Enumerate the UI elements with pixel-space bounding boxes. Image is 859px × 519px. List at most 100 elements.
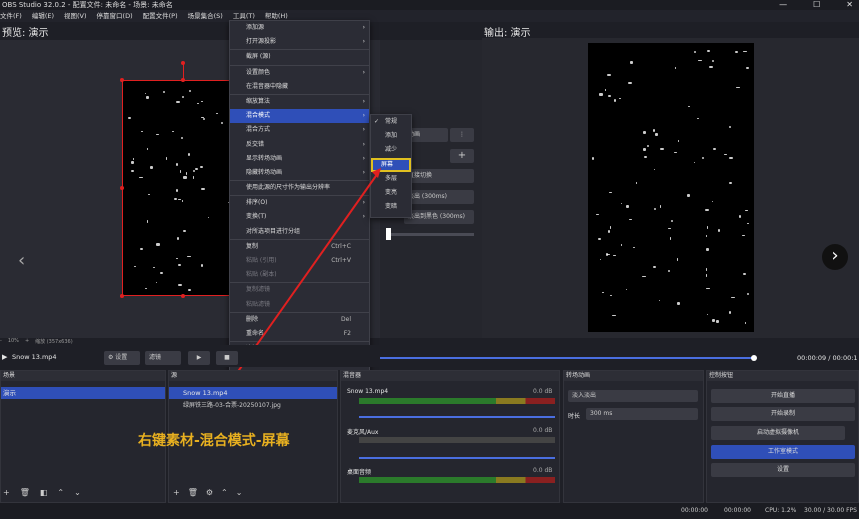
- filter-icon[interactable]: ◧: [40, 488, 48, 497]
- preview-prev-arrow[interactable]: ‹: [18, 250, 25, 271]
- play-icon[interactable]: ▶: [2, 353, 7, 361]
- menu-edit[interactable]: 编辑(E): [32, 10, 54, 22]
- zoom-out-button[interactable]: -: [0, 338, 2, 345]
- menu-scene-collection[interactable]: 场景集合(S): [188, 10, 223, 22]
- up-icon[interactable]: ⌃: [221, 488, 228, 497]
- start-recording-button[interactable]: 开始录制: [711, 407, 855, 421]
- transition-slider-handle[interactable]: [386, 228, 391, 240]
- media-progress-knob[interactable]: [751, 355, 757, 361]
- transition-select-2[interactable]: 淡出 (300ms): [404, 190, 474, 204]
- trash-icon[interactable]: 🗑: [20, 488, 30, 497]
- media-progress[interactable]: [380, 357, 754, 359]
- duration-input[interactable]: 300 ms: [586, 408, 698, 420]
- menu-view[interactable]: 视图(V): [64, 10, 87, 22]
- snow-flake: [131, 161, 134, 165]
- add-icon[interactable]: +: [3, 488, 10, 497]
- menu-profile[interactable]: 配置文件(P): [143, 10, 178, 22]
- menu-group[interactable]: 对所选项目进行分组: [230, 225, 369, 239]
- blend-subtract[interactable]: 减少: [371, 143, 411, 157]
- resize-handle-b[interactable]: [181, 294, 185, 298]
- snow-flake: [736, 87, 740, 89]
- menu-open-projector[interactable]: 打开源投影 ›: [230, 35, 369, 49]
- blend-screen[interactable]: 屏幕: [371, 157, 411, 172]
- snow-flake: [655, 132, 659, 136]
- menu-hide-transition[interactable]: 隐藏转场动画 ›: [230, 166, 369, 180]
- menu-deinterlace[interactable]: 反交错 ›: [230, 138, 369, 152]
- menu-copy[interactable]: 复制 Ctrl+C: [230, 240, 369, 254]
- context-menu: 添加源 › 打开源投影 › 截屏 (源) 设置颜色 › 在混音器中隐藏 缩放算法 › 混…: [229, 20, 370, 392]
- resize-handle-bl[interactable]: [120, 294, 124, 298]
- close-button[interactable]: ✕: [846, 0, 853, 10]
- check-icon: ✓: [374, 118, 380, 125]
- resize-handle-tl[interactable]: [120, 78, 124, 82]
- snow-flake: [148, 193, 151, 195]
- snow-flake: [628, 219, 633, 221]
- start-virtual-camera-button[interactable]: 启动虚拟摄像机: [711, 426, 845, 440]
- snow-flake: [596, 214, 599, 216]
- menu-docks[interactable]: 停靠窗口(D): [97, 10, 133, 22]
- down-icon[interactable]: ⌄: [236, 488, 243, 497]
- zoom-label: 缩放 (357x636): [35, 339, 73, 345]
- snow-flake: [186, 171, 188, 175]
- blend-additive[interactable]: 添加: [371, 129, 411, 143]
- snow-flake: [141, 131, 144, 133]
- blend-multiply[interactable]: 多层: [371, 172, 411, 186]
- resize-handle-l[interactable]: [120, 186, 124, 190]
- menu-remove[interactable]: 删除 Del: [230, 313, 369, 327]
- transition-more-button[interactable]: ⋮: [450, 128, 474, 142]
- start-streaming-button[interactable]: 开始直播: [711, 389, 855, 403]
- snow-flake: [181, 200, 184, 202]
- menu-blend-method[interactable]: 混合方式 ›: [230, 123, 369, 137]
- blend-lighten[interactable]: 变亮: [371, 186, 411, 200]
- menu-add-source[interactable]: 添加源 ›: [230, 21, 369, 35]
- transition-type-select[interactable]: 淡入淡出: [568, 390, 698, 402]
- resize-handle-t[interactable]: [181, 78, 185, 82]
- transition-slider[interactable]: [388, 233, 474, 236]
- transition-select-3[interactable]: 淡出到黑色 (300ms): [404, 210, 474, 224]
- menu-transform[interactable]: 变换(T) ›: [230, 210, 369, 224]
- zoom-in-button[interactable]: +: [25, 338, 29, 345]
- trash-icon[interactable]: 🗑: [188, 488, 198, 497]
- gear-icon[interactable]: ⚙: [206, 488, 213, 497]
- media-play-button[interactable]: ▶: [188, 351, 210, 365]
- snow-flake: [608, 191, 612, 194]
- menu-file[interactable]: 文件(F): [0, 10, 22, 22]
- media-settings-button[interactable]: ⚙ 设置: [104, 351, 140, 365]
- up-icon[interactable]: ⌃: [57, 488, 64, 497]
- studio-mode-button[interactable]: 工作室模式: [711, 445, 855, 459]
- snow-flake: [660, 148, 664, 150]
- preview-label: 预览: 演示: [2, 28, 49, 39]
- down-icon[interactable]: ⌄: [74, 488, 81, 497]
- snow-flake: [706, 226, 708, 229]
- menu-scale-filter[interactable]: 缩放算法 ›: [230, 95, 369, 109]
- menu-show-transition[interactable]: 显示转场动画 ›: [230, 152, 369, 166]
- menu-screenshot[interactable]: 截屏 (源): [230, 50, 369, 64]
- source-item-image[interactable]: 绿屏铁三路-03-合票-20250107.jpg: [169, 399, 337, 413]
- scene-item[interactable]: 演示: [1, 387, 165, 399]
- source-item-video[interactable]: Snow 13.mp4: [169, 387, 337, 399]
- program-next-arrow[interactable]: ›: [822, 244, 848, 270]
- settings-button[interactable]: 设置: [711, 463, 855, 477]
- menu-blend-mode[interactable]: 混合模式 ›: [230, 109, 369, 124]
- snow-flake: [175, 162, 179, 166]
- maximize-button[interactable]: ☐: [813, 0, 820, 10]
- status-bar: 00:00:00 00:00:00 CPU: 1.2% 30.00 / 30.0…: [0, 503, 859, 519]
- mixer-volume-2[interactable]: [359, 457, 555, 459]
- transition-select-1[interactable]: 直接切换: [404, 169, 474, 183]
- menu-order[interactable]: 排序(O) ›: [230, 196, 369, 210]
- mixer-volume-1[interactable]: [359, 416, 555, 418]
- snow-flake: [176, 189, 178, 193]
- media-filters-button[interactable]: 滤镜: [145, 351, 181, 365]
- menu-hide-in-mixer[interactable]: 在混音器中隐藏: [230, 80, 369, 94]
- blend-normal[interactable]: ✓ 常规: [371, 115, 411, 129]
- add-transition-button[interactable]: +: [450, 149, 474, 163]
- blend-darken[interactable]: 变暗: [371, 200, 411, 214]
- source-snow-video[interactable]: [122, 80, 246, 296]
- minimize-button[interactable]: —: [779, 0, 787, 10]
- menu-resize-output[interactable]: 使用此源的尺寸作为输出分辨率: [230, 181, 369, 195]
- snow-flake: [609, 226, 612, 230]
- rec-time: 00:00:00: [724, 507, 751, 514]
- menu-set-color[interactable]: 设置颜色 ›: [230, 66, 369, 80]
- media-stop-button[interactable]: ■: [216, 351, 238, 365]
- add-icon[interactable]: +: [173, 488, 180, 497]
